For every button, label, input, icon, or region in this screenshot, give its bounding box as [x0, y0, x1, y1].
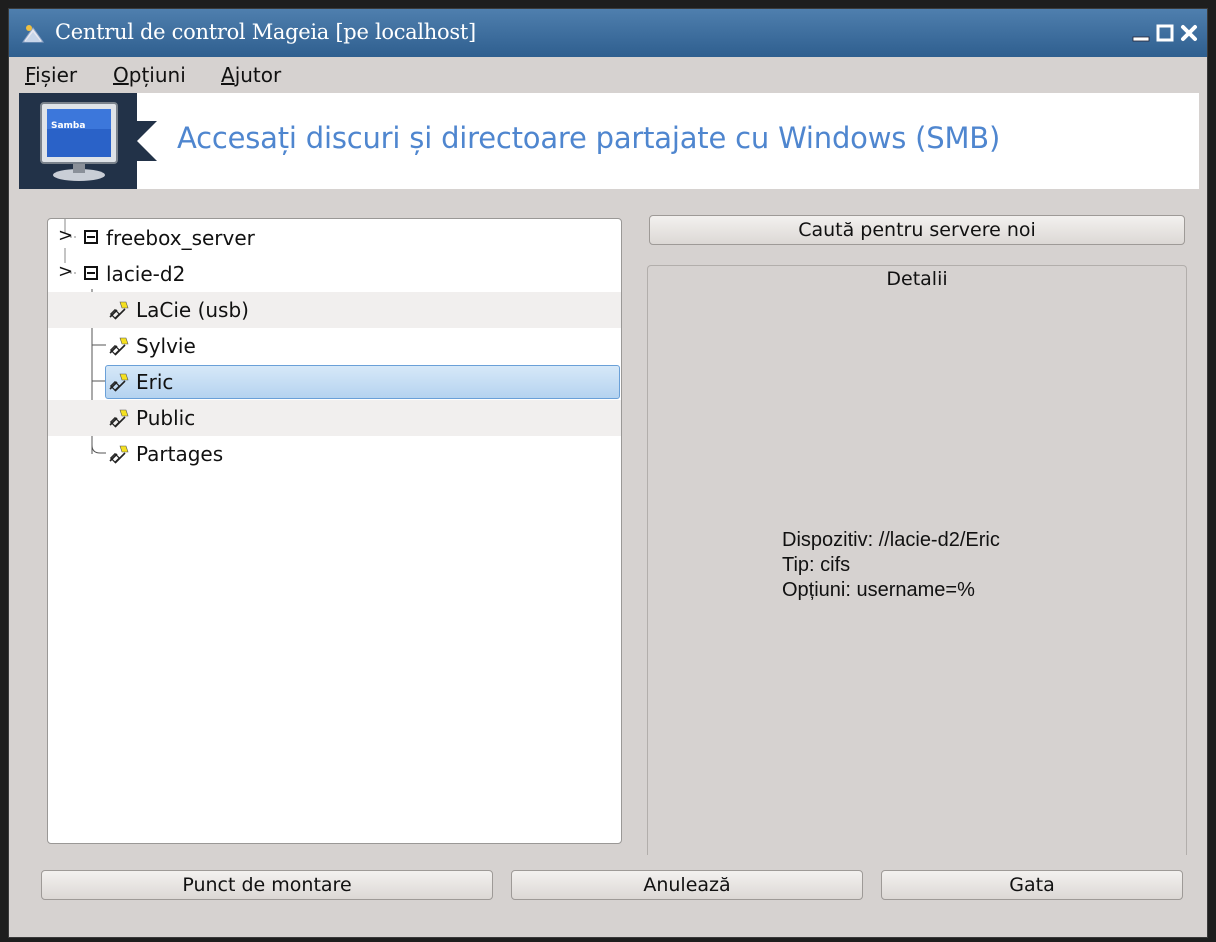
menu-help[interactable]: Ajutor [221, 63, 281, 87]
details-type: Tip: cifs [782, 554, 851, 576]
server-tree[interactable]: > freebox_server > lacie-d2 LaCie (usb) … [47, 218, 622, 844]
samba-monitor-icon: Samba [40, 102, 118, 181]
close-icon[interactable] [1179, 23, 1199, 43]
minimize-icon[interactable] [1131, 23, 1151, 43]
details-options: Opțiuni: username=% [782, 579, 975, 601]
tree-row-share[interactable]: Sylvie [48, 328, 621, 364]
share-name: LaCie (usb) [136, 298, 249, 322]
main-window: Centrul de control Mageia [pe localhost]… [8, 8, 1208, 938]
page-title: Accesați discuri și directoare partajate… [177, 121, 1001, 155]
maximize-icon[interactable] [1155, 23, 1175, 43]
window-title: Centrul de control Mageia [pe localhost] [55, 20, 476, 44]
server-name: lacie-d2 [106, 262, 186, 286]
search-servers-button[interactable]: Caută pentru servere noi [649, 215, 1185, 245]
title-bar[interactable]: Centrul de control Mageia [pe localhost] [9, 9, 1207, 57]
samba-label: Samba [51, 121, 85, 131]
tree-row-share-selected[interactable]: Eric [48, 364, 621, 400]
mageia-app-icon [22, 25, 44, 43]
tree-row-server[interactable]: > freebox_server [48, 220, 621, 256]
expand-arrow-icon[interactable]: > [58, 261, 73, 282]
mount-point-button[interactable]: Punct de montare [41, 870, 493, 900]
server-icon [84, 266, 98, 280]
tree-row-share[interactable]: Partages [48, 436, 621, 472]
details-info: Dispozitiv: //lacie-d2/Eric Tip: cifs Op… [782, 528, 1000, 603]
share-name: Eric [136, 370, 174, 394]
tree-row-share[interactable]: LaCie (usb) [48, 292, 621, 328]
server-name: freebox_server [106, 226, 255, 250]
selection-highlight [105, 365, 620, 399]
network-share-icon [109, 409, 129, 428]
banner-icon-area: Samba [19, 93, 137, 189]
network-share-icon [109, 373, 129, 392]
details-title: Detalii [886, 268, 948, 290]
window-controls [1131, 23, 1199, 43]
details-device: Dispozitiv: //lacie-d2/Eric [782, 529, 1000, 551]
share-name: Public [136, 406, 196, 430]
cancel-button[interactable]: Anulează [511, 870, 863, 900]
network-share-icon [109, 445, 129, 464]
tree-row-server[interactable]: > lacie-d2 [48, 256, 621, 292]
done-button[interactable]: Gata [881, 870, 1183, 900]
share-name: Sylvie [136, 334, 196, 358]
menu-bar: Fișier Opțiuni Ajutor [9, 57, 1207, 93]
share-name: Partages [136, 442, 224, 466]
menu-options[interactable]: Opțiuni [113, 63, 186, 87]
details-frame: Detalii Dispozitiv: //lacie-d2/Eric Tip:… [647, 265, 1187, 855]
network-share-icon [109, 301, 129, 320]
tree-row-share[interactable]: Public [48, 400, 621, 436]
header-banner: Samba Accesați discuri și directoare par… [19, 93, 1199, 189]
expand-arrow-icon[interactable]: > [58, 225, 73, 246]
network-share-icon [109, 337, 129, 356]
server-icon [84, 230, 98, 244]
banner-pointer [137, 121, 157, 161]
menu-file[interactable]: Fișier [25, 63, 77, 87]
